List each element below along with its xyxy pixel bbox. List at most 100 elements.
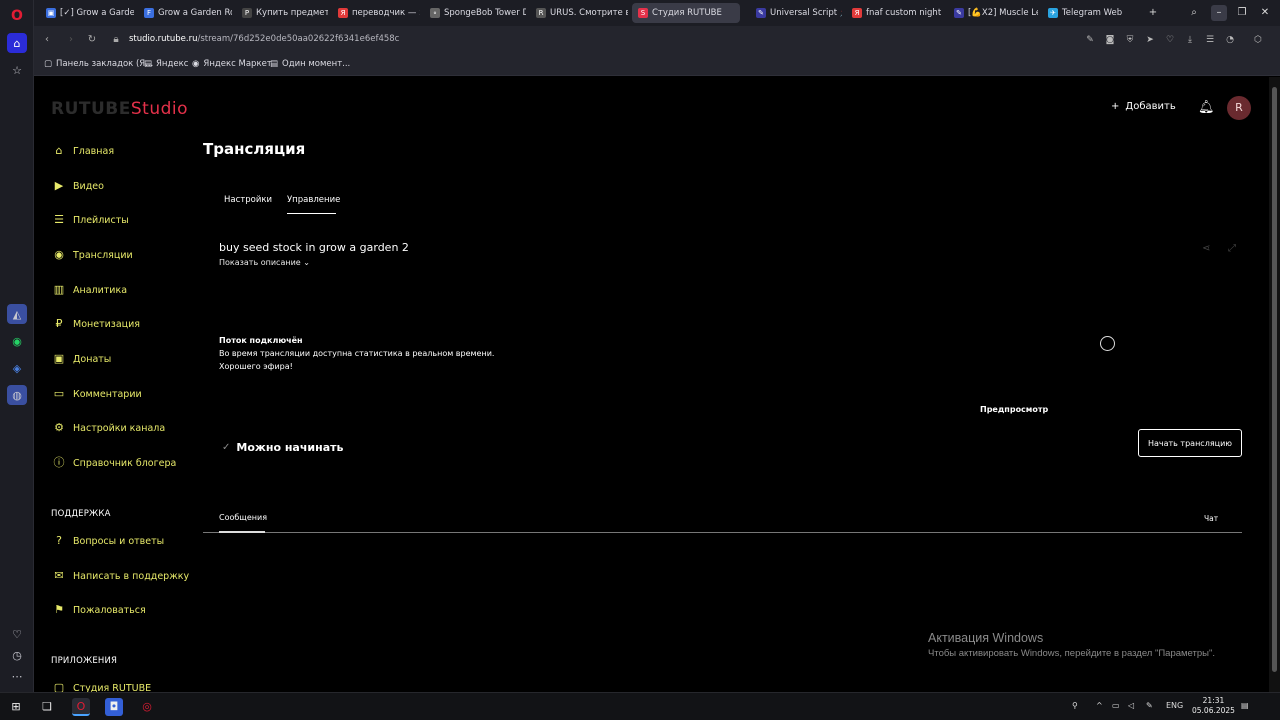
tab-title: [✓] Grow a Garden bbox=[60, 8, 134, 18]
bookmark-item[interactable]: ▢ Панель закладок (Я... bbox=[44, 59, 153, 69]
tab-title: Universal Script 📌 bbox=[770, 8, 842, 18]
extensions-icon[interactable]: ⬡ bbox=[1252, 34, 1264, 46]
pen-tray-icon[interactable]: ✎ bbox=[1146, 701, 1153, 710]
browser-tab[interactable]: ✎ Universal Script 📌 bbox=[750, 3, 842, 23]
tab-management[interactable]: Управление bbox=[287, 195, 340, 205]
chat-label[interactable]: Чат bbox=[1204, 514, 1218, 523]
url-field[interactable]: studio.rutube.ru/stream/76d252e0de50aa02… bbox=[129, 34, 399, 44]
forward-icon[interactable]: › bbox=[64, 33, 78, 47]
browser-tab[interactable]: ✈ Telegram Web bbox=[1042, 3, 1132, 23]
scroll-thumb[interactable] bbox=[1272, 87, 1277, 672]
sidebar-item[interactable]: ☰ Плейлисты bbox=[52, 213, 129, 227]
sidebar-item[interactable]: ▥ Аналитика bbox=[52, 283, 127, 297]
bookmark-item[interactable]: ▤ Яндекс bbox=[144, 59, 188, 69]
restore-icon[interactable]: ❐ bbox=[1234, 5, 1250, 21]
browser-tab[interactable]: Япереводчик — Янде bbox=[332, 3, 420, 23]
aria-icon[interactable]: ◭ bbox=[7, 304, 27, 324]
opera-taskbar-icon[interactable]: O bbox=[72, 698, 90, 716]
tab-favicon-icon: ✎ bbox=[756, 8, 766, 18]
external-link-icon[interactable]: ⤢ bbox=[1228, 243, 1236, 254]
browser-tab[interactable]: S Студия RUTUBE bbox=[632, 3, 740, 23]
minimize-icon[interactable]: – bbox=[1211, 5, 1227, 21]
history-icon[interactable]: ◷ bbox=[7, 645, 27, 665]
shield-icon[interactable]: ⛨ bbox=[1124, 34, 1136, 46]
whatsapp-icon[interactable]: ◉ bbox=[7, 331, 27, 351]
sidebar-item[interactable]: ▭ Комментарии bbox=[52, 387, 142, 401]
new-tab-icon[interactable]: + bbox=[1145, 5, 1161, 21]
search-tabs-icon[interactable]: ⌕ bbox=[1186, 5, 1202, 21]
bookmark-icon: ▢ bbox=[44, 59, 53, 69]
browser-tab[interactable]: P Купить предметы R bbox=[236, 3, 328, 23]
tab-settings[interactable]: Настройки bbox=[224, 195, 272, 205]
opera-logo-icon[interactable]: O bbox=[7, 6, 27, 26]
sidebar-item[interactable]: ▢ Студия RUTUBE bbox=[52, 681, 151, 692]
sidebar-item-icon: ⓘ bbox=[53, 456, 65, 469]
clock[interactable]: 21:31 05.06.2025 bbox=[1192, 696, 1235, 716]
download-icon[interactable]: ⤓ bbox=[1184, 34, 1196, 46]
menu-icon[interactable]: ☰ bbox=[1204, 34, 1216, 46]
sidebar-item[interactable]: ▣ Донаты bbox=[52, 352, 112, 366]
show-hidden-icons[interactable]: ^ bbox=[1096, 701, 1103, 710]
browser-tab[interactable]: F Grow a Garden Roblo bbox=[138, 3, 232, 23]
profile-icon[interactable]: ◔ bbox=[1224, 34, 1236, 46]
heart-icon[interactable]: ♡ bbox=[7, 624, 27, 644]
sidebar-item[interactable]: ? Вопросы и ответы bbox=[52, 534, 164, 548]
messages-divider bbox=[203, 532, 1242, 533]
browser-tab[interactable]: ✎ [💪X2] Muscle Legen bbox=[948, 3, 1038, 23]
volume-tray-icon[interactable]: ◁ bbox=[1128, 701, 1134, 710]
sidebar-item[interactable]: ◉ Трансляции bbox=[52, 248, 133, 262]
tab-favicon-icon: Я bbox=[338, 8, 348, 18]
sidebar-item[interactable]: ⌂ Главная bbox=[52, 144, 115, 158]
send-icon[interactable]: ➤ bbox=[1144, 34, 1156, 46]
windows-start-icon[interactable]: ⊞ bbox=[7, 698, 25, 716]
close-window-icon[interactable]: ✕ bbox=[1257, 5, 1273, 21]
start-stream-button[interactable]: Начать трансляцию bbox=[1138, 429, 1242, 457]
tab-title: Купить предметы R bbox=[256, 8, 328, 18]
sidebar-item[interactable]: ▶ Видео bbox=[52, 179, 104, 193]
browser-tab[interactable]: ▣ [✓] Grow a Garden bbox=[40, 3, 134, 23]
support-heading: ПОДДЕРЖКА bbox=[51, 509, 111, 519]
page-scrollbar[interactable] bbox=[1269, 77, 1280, 692]
sidebar-item[interactable]: ⚑ Пожаловаться bbox=[52, 603, 146, 617]
browser-tab[interactable]: R URUS. Смотрите вид bbox=[530, 3, 628, 23]
sidebar-item[interactable]: ⚙ Настройки канала bbox=[52, 421, 165, 435]
browser-tab[interactable]: Яfnaf custom night — bbox=[846, 3, 944, 23]
vk-icon[interactable]: ◈ bbox=[7, 358, 27, 378]
tab-favicon-icon: S bbox=[638, 8, 648, 18]
home-icon[interactable]: ⌂ bbox=[7, 33, 27, 53]
rutube-studio-logo[interactable]: RUTUBEStudio bbox=[51, 99, 188, 119]
edit-icon[interactable]: ✎ bbox=[1084, 34, 1096, 46]
reload-icon[interactable]: ↻ bbox=[85, 33, 99, 47]
bookmark-icon: ◉ bbox=[192, 59, 200, 69]
more-icon[interactable]: ⋯ bbox=[7, 666, 27, 686]
browser-tab[interactable]: ∘ SpongeBob Tower De bbox=[424, 3, 526, 23]
monitor-tray-icon[interactable]: ▭ bbox=[1112, 701, 1120, 710]
bookmark-item[interactable]: ▤ Один момент... bbox=[270, 59, 350, 69]
stream-title: buy seed stock in grow a garden 2 bbox=[219, 241, 409, 254]
sidebar-item[interactable]: ₽ Монетизация bbox=[52, 317, 141, 331]
show-description-toggle[interactable]: Показать описание ⌄ bbox=[219, 258, 310, 267]
notifications-icon[interactable]: ▤ bbox=[1241, 701, 1249, 710]
tab-messages[interactable]: Сообщения bbox=[219, 513, 267, 522]
camera-icon[interactable]: ◙ bbox=[1104, 34, 1116, 46]
add-button[interactable]: + Добавить bbox=[1111, 101, 1176, 112]
sidebar-item[interactable]: ⓘ Справочник блогера bbox=[52, 456, 177, 470]
app-taskbar-icon[interactable]: ◎ bbox=[138, 698, 156, 716]
sidebar-item-icon: ⚙ bbox=[54, 421, 64, 434]
bell-icon[interactable]: 🔔︎ bbox=[1198, 100, 1215, 115]
language-indicator[interactable]: ENG bbox=[1166, 701, 1183, 710]
bookmark-item[interactable]: ◉ Яндекс Маркет bbox=[192, 59, 272, 69]
roblox-taskbar-icon[interactable]: ◘ bbox=[105, 698, 123, 716]
back-icon[interactable]: ‹ bbox=[40, 33, 54, 47]
check-icon: ✓ bbox=[222, 442, 231, 453]
sidebar-item[interactable]: ✉ Написать в поддержку bbox=[52, 569, 189, 583]
avatar[interactable]: R bbox=[1227, 96, 1251, 120]
messages-active-indicator bbox=[219, 531, 265, 533]
discord-icon[interactable]: ◍ bbox=[7, 385, 27, 405]
favorite-icon[interactable]: ♡ bbox=[1164, 34, 1176, 46]
pinboard-icon[interactable]: ☆ bbox=[7, 60, 27, 80]
stream-status-greeting: Хорошего эфира! bbox=[219, 362, 293, 371]
network-tray-icon[interactable]: ⚲ bbox=[1072, 701, 1078, 710]
share-icon[interactable]: ⋖ bbox=[1202, 243, 1210, 254]
task-view-icon[interactable]: ❏ bbox=[38, 698, 56, 716]
